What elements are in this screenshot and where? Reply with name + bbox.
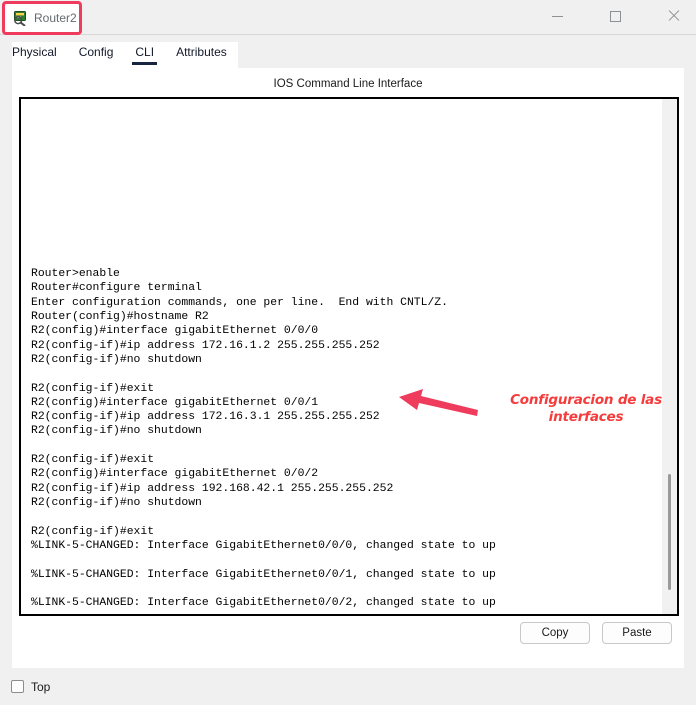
maximize-button[interactable] bbox=[592, 0, 638, 32]
cli-caption: IOS Command Line Interface bbox=[12, 78, 684, 90]
minimize-icon bbox=[552, 16, 563, 17]
copy-button[interactable]: Copy bbox=[520, 622, 590, 644]
maximize-icon bbox=[610, 11, 621, 22]
terminal-scrollbar-thumb[interactable] bbox=[668, 474, 671, 590]
tab-cli[interactable]: CLI bbox=[135, 42, 154, 59]
tab-config[interactable]: Config bbox=[79, 42, 114, 59]
terminal-scrollbar[interactable] bbox=[662, 99, 677, 614]
router-device-icon bbox=[12, 10, 28, 26]
terminal-output[interactable]: Router>enable Router#configure terminal … bbox=[21, 99, 661, 614]
device-tab-strip: Physical Config CLI Attributes bbox=[12, 42, 238, 68]
bottom-bar: Top bbox=[0, 668, 696, 705]
cli-panel: IOS Command Line Interface Router>enable… bbox=[12, 68, 684, 668]
paste-button[interactable]: Paste bbox=[602, 622, 672, 644]
tab-attributes[interactable]: Attributes bbox=[176, 42, 227, 59]
terminal-top-spacer bbox=[31, 107, 655, 267]
window-tab-label: Router2 bbox=[34, 11, 77, 25]
top-checkbox[interactable] bbox=[11, 680, 24, 693]
close-button[interactable] bbox=[650, 0, 696, 32]
terminal-text: Router>enable Router#configure terminal … bbox=[31, 268, 496, 609]
window-titlebar: Router2 bbox=[0, 0, 696, 35]
close-icon bbox=[667, 10, 679, 22]
top-checkbox-label: Top bbox=[31, 680, 50, 694]
minimize-button[interactable] bbox=[534, 0, 580, 32]
cisco-packet-tracer-device-window: Router2 Physical Config CLI Attributes I… bbox=[0, 0, 696, 705]
terminal-container: Router>enable Router#configure terminal … bbox=[19, 97, 679, 616]
window-tab-router2[interactable]: Router2 bbox=[4, 3, 80, 32]
tab-physical[interactable]: Physical bbox=[12, 42, 57, 59]
